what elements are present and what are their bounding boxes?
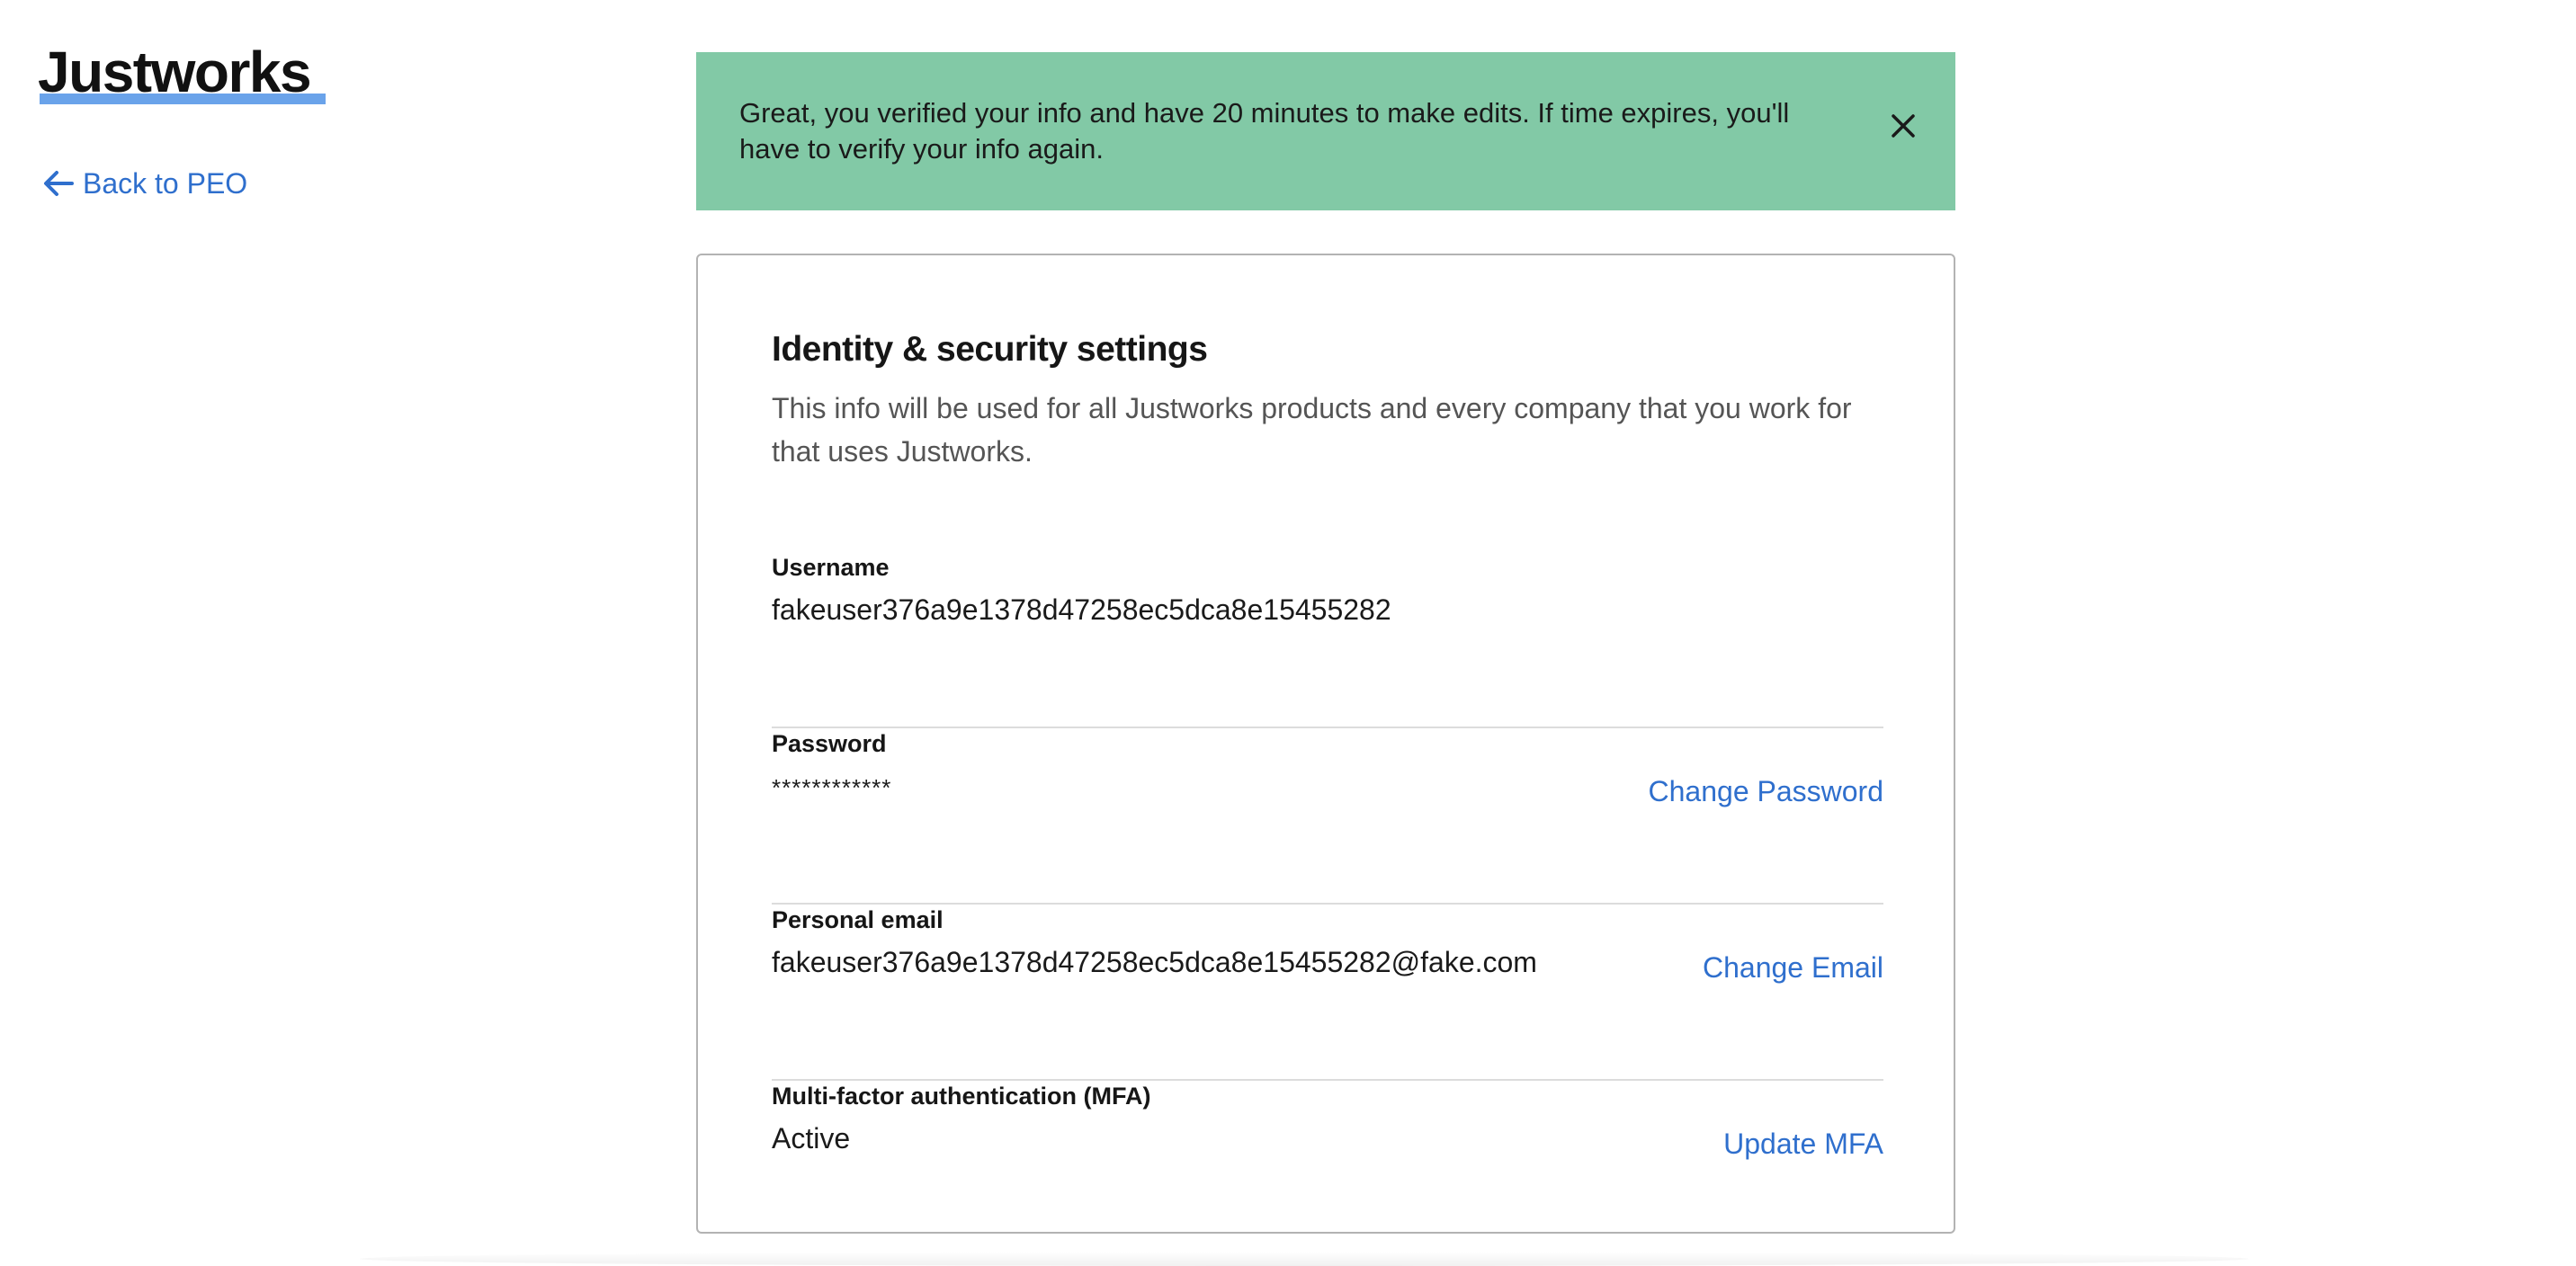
change-password-link[interactable]: Change Password — [1649, 773, 1883, 809]
identity-security-card: Identity & security settings This info w… — [696, 254, 1955, 1234]
banner-message: Great, you verified your info and have 2… — [739, 97, 1790, 165]
personal-email-row: Personal email fakeuser376a9e1378d47258e… — [772, 905, 1883, 1081]
username-row: Username fakeuser376a9e1378d47258ec5dca8… — [772, 552, 1883, 728]
username-value: fakeuser376a9e1378d47258ec5dca8e15455282 — [772, 593, 1391, 626]
card-title: Identity & security settings — [772, 330, 1208, 369]
verification-banner: Great, you verified your info and have 2… — [696, 52, 1955, 210]
username-label: Username — [772, 554, 890, 581]
update-mfa-link[interactable]: Update MFA — [1723, 1126, 1883, 1162]
bottom-shadow — [360, 1252, 2249, 1266]
justworks-logo[interactable]: Justworks — [38, 40, 312, 104]
personal-email-label: Personal email — [772, 906, 944, 933]
password-label: Password — [772, 730, 887, 757]
change-email-link[interactable]: Change Email — [1703, 950, 1883, 985]
password-value: ************ — [772, 774, 892, 801]
banner-close-button[interactable] — [1882, 106, 1925, 149]
mfa-status-value: Active — [772, 1122, 851, 1155]
logo-text: Justworks — [38, 40, 312, 104]
back-to-peo-label: Back to PEO — [83, 167, 248, 200]
arrow-left-icon — [43, 170, 74, 197]
mfa-label: Multi-factor authentication (MFA) — [772, 1083, 1151, 1110]
close-icon — [1891, 113, 1916, 143]
mfa-row: Multi-factor authentication (MFA) Active… — [772, 1081, 1883, 1189]
personal-email-value: fakeuser376a9e1378d47258ec5dca8e15455282… — [772, 946, 1537, 978]
back-to-peo-link[interactable]: Back to PEO — [43, 165, 247, 201]
password-row: Password ************ Change Password — [772, 728, 1883, 905]
card-description: This info will be used for all Justworks… — [772, 392, 1852, 468]
